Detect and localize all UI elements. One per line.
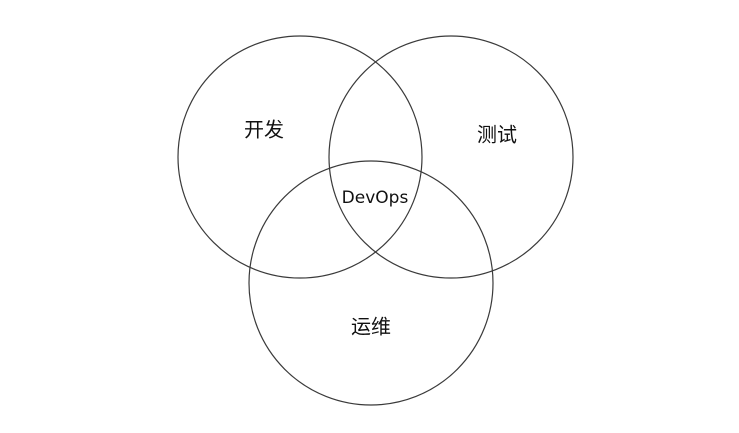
venn-diagram: 开发 测试 运维 DevOps — [177, 35, 574, 406]
label-devops-intersection: DevOps — [342, 188, 409, 208]
label-dev: 开发 — [244, 118, 284, 142]
label-test: 测试 — [477, 123, 517, 147]
label-ops: 运维 — [351, 315, 391, 339]
circle-test — [328, 35, 574, 279]
circle-dev — [177, 35, 423, 279]
